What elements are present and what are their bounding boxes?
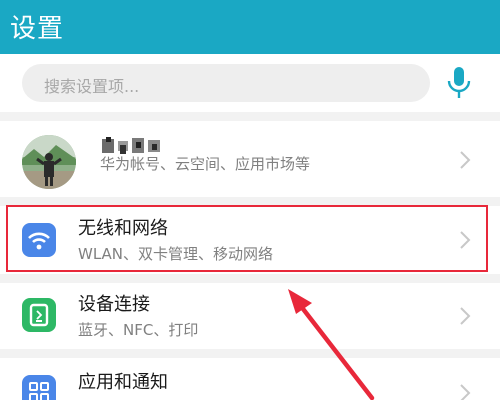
microphone-icon[interactable] [446, 66, 472, 100]
search-placeholder: 搜索设置项... [44, 77, 140, 96]
divider [0, 349, 500, 358]
account-row[interactable]: 华为帐号、云空间、应用市场等 [0, 121, 500, 197]
highlight-box [6, 205, 488, 272]
apps-notifications-row[interactable]: 应用和通知 [0, 358, 500, 400]
divider [0, 112, 500, 121]
search-area: 搜索设置项... [0, 54, 500, 112]
page-title: 设置 [10, 14, 65, 44]
device-connection-title: 设备连接 [78, 294, 150, 315]
device-connection-icon [22, 298, 56, 332]
device-connection-subtitle: 蓝牙、NFC、打印 [78, 321, 199, 339]
apps-grid-icon [22, 375, 56, 400]
device-connection-row[interactable]: 设备连接 蓝牙、NFC、打印 [0, 283, 500, 349]
chevron-right-icon [460, 307, 471, 325]
settings-screen: 设置 搜索设置项... 华为帐号、云空间、应用市场等 无线和网络 WLAN、双卡… [0, 0, 500, 400]
apps-notifications-title: 应用和通知 [78, 372, 168, 393]
header-bar: 设置 [0, 0, 500, 54]
account-subtitle: 华为帐号、云空间、应用市场等 [100, 155, 311, 173]
chevron-right-icon [460, 384, 471, 400]
avatar [22, 135, 76, 189]
chevron-right-icon [460, 151, 471, 169]
search-input[interactable]: 搜索设置项... [22, 64, 430, 102]
divider [0, 274, 500, 283]
